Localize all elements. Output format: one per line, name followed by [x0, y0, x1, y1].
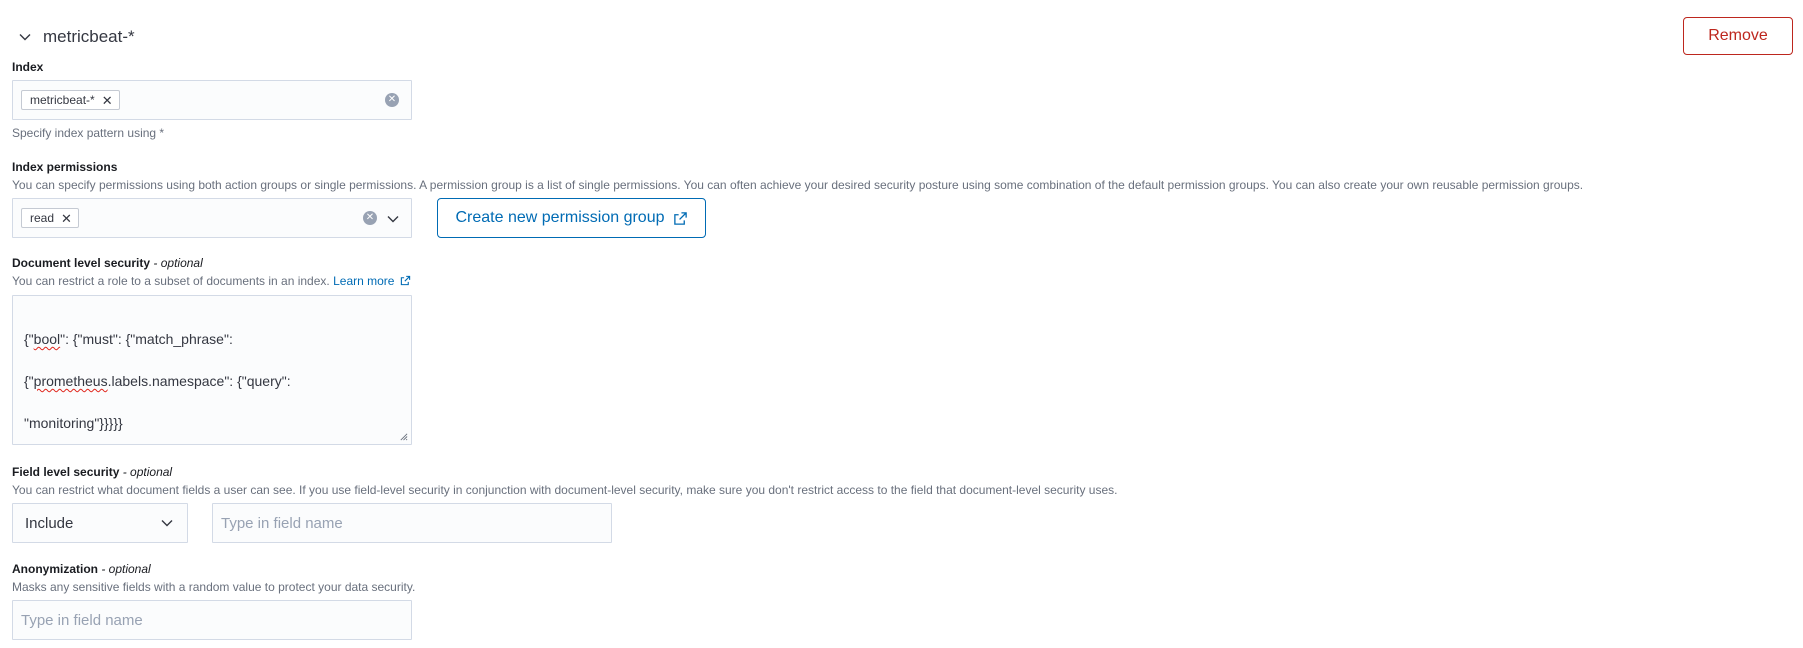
resize-handle-icon[interactable]: [399, 432, 408, 441]
index-label: Index: [12, 60, 44, 74]
fls-mode-select[interactable]: Include: [12, 503, 188, 543]
fls-help: You can restrict what document fields a …: [12, 483, 1118, 497]
anonymization-optional: - optional: [98, 562, 151, 576]
learn-more-link[interactable]: Learn more: [333, 274, 411, 288]
query-text: {": [24, 331, 34, 347]
query-text: ": {"must": {"match_phrase":: [60, 331, 233, 347]
index-permissions-label: Index permissions: [12, 160, 118, 174]
anonymization-help: Masks any sensitive fields with a random…: [12, 580, 416, 594]
cross-icon[interactable]: ✕: [61, 212, 72, 225]
chevron-down-icon[interactable]: [385, 211, 401, 227]
remove-button[interactable]: Remove: [1683, 17, 1793, 55]
query-line: {"prometheus.labels.namespace": {"query"…: [24, 371, 400, 392]
anonymization-field-placeholder: Type in field name: [21, 611, 143, 629]
fls-mode-value: Include: [25, 514, 74, 532]
chevron-down-icon[interactable]: [17, 29, 33, 45]
fls-field-input[interactable]: Type in field name: [212, 503, 612, 543]
anonymization-label: Anonymization - optional: [12, 562, 151, 576]
fls-label-text: Field level security: [12, 465, 120, 479]
create-permission-group-button[interactable]: Create new permission group: [437, 198, 706, 238]
query-text: "monitoring"}}}}}: [24, 415, 123, 431]
create-permission-group-label: Create new permission group: [455, 209, 665, 226]
section-title: metricbeat-*: [43, 27, 135, 46]
external-link-icon: [673, 211, 687, 225]
query-text: {": [24, 373, 34, 389]
fls-field-placeholder: Type in field name: [221, 514, 343, 532]
clear-circle-icon[interactable]: ✕: [363, 211, 377, 225]
query-line: {"bool": {"must": {"match_phrase":: [24, 329, 400, 350]
fls-optional: - optional: [119, 465, 173, 479]
clear-circle-icon[interactable]: ✕: [385, 93, 399, 107]
dls-optional: - optional: [150, 256, 203, 270]
dls-label: Document level security - optional: [12, 256, 203, 270]
query-line: "monitoring"}}}}}: [24, 413, 400, 434]
query-text: .labels.namespace": {"query":: [107, 373, 291, 389]
dls-help: You can restrict a role to a subset of d…: [12, 274, 411, 288]
anonymization-label-text: Anonymization: [12, 562, 98, 576]
cross-icon[interactable]: ✕: [102, 94, 113, 107]
query-text-misspelled: bool: [33, 331, 61, 347]
permission-pill-label: read: [30, 211, 55, 225]
dls-query-textarea[interactable]: {"bool": {"must": {"match_phrase": {"pro…: [12, 295, 412, 445]
index-help: Specify index pattern using *: [12, 126, 165, 140]
section-header[interactable]: metricbeat-*: [17, 24, 135, 50]
dls-label-text: Document level security: [12, 256, 151, 270]
permission-pill: read ✕: [21, 208, 79, 228]
permissions-combobox[interactable]: read ✕ ✕: [12, 198, 412, 238]
anonymization-field-input[interactable]: Type in field name: [12, 600, 412, 640]
chevron-down-icon: [161, 520, 173, 527]
learn-more-label: Learn more: [333, 274, 395, 288]
index-permissions-help: You can specify permissions using both a…: [12, 178, 1584, 192]
index-pill: metricbeat-* ✕: [21, 90, 120, 110]
index-pill-label: metricbeat-*: [30, 93, 95, 107]
query-text-misspelled: prometheus: [33, 373, 108, 389]
external-link-icon: [400, 275, 410, 286]
index-combobox[interactable]: metricbeat-* ✕ ✕: [12, 80, 412, 120]
fls-label: Field level security - optional: [12, 465, 172, 479]
dls-help-text: You can restrict a role to a subset of d…: [12, 274, 330, 288]
